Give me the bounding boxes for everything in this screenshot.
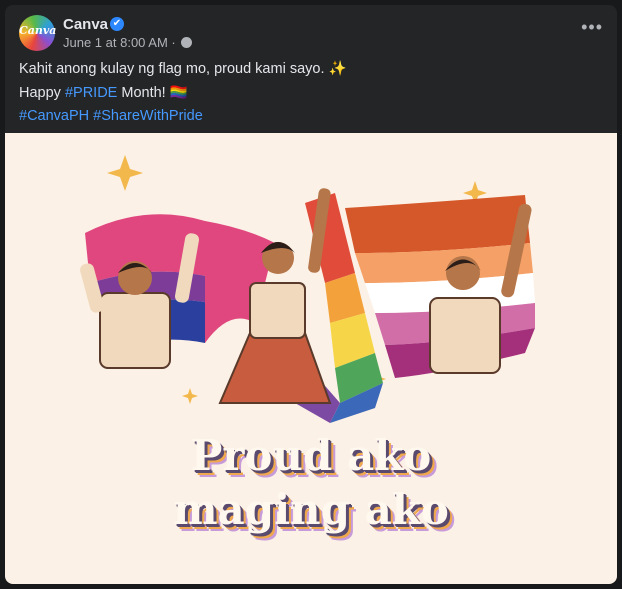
slogan-line1: Proud ako <box>190 431 432 480</box>
line2-prefix: Happy <box>19 85 65 101</box>
more-options-button[interactable]: ••• <box>581 17 603 38</box>
slogan-line2: maging ako <box>173 485 449 534</box>
avatar[interactable]: Canva <box>19 15 57 51</box>
verified-badge-icon: ✔ <box>110 17 124 31</box>
avatar-logo-text: Canva <box>19 24 57 37</box>
hashtag-canvaph[interactable]: #CanvaPH <box>19 108 89 124</box>
post-text-line1: Kahit anong kulay ng flag mo, proud kami… <box>19 61 347 77</box>
line2-suffix: Month! 🏳️‍🌈 <box>117 85 188 101</box>
post-hashtags: #CanvaPH #ShareWithPride <box>19 108 203 124</box>
meta-separator: · <box>171 35 176 50</box>
author-name[interactable]: Canva <box>63 16 108 33</box>
timestamp[interactable]: June 1 at 8:00 AM <box>63 35 168 50</box>
post-card: Canva Canva ✔ June 1 at 8:00 AM · ••• Ka… <box>5 5 617 584</box>
hashtag-pride[interactable]: #PRIDE <box>65 85 117 101</box>
post-image[interactable]: Proud ako maging ako <box>5 133 617 584</box>
post-meta: June 1 at 8:00 AM · <box>63 35 193 50</box>
globe-icon <box>181 37 193 48</box>
hashtag-sharewithpride[interactable]: #ShareWithPride <box>93 108 203 124</box>
post-text-line2: Happy #PRIDE Month! 🏳️‍🌈 <box>19 84 188 101</box>
